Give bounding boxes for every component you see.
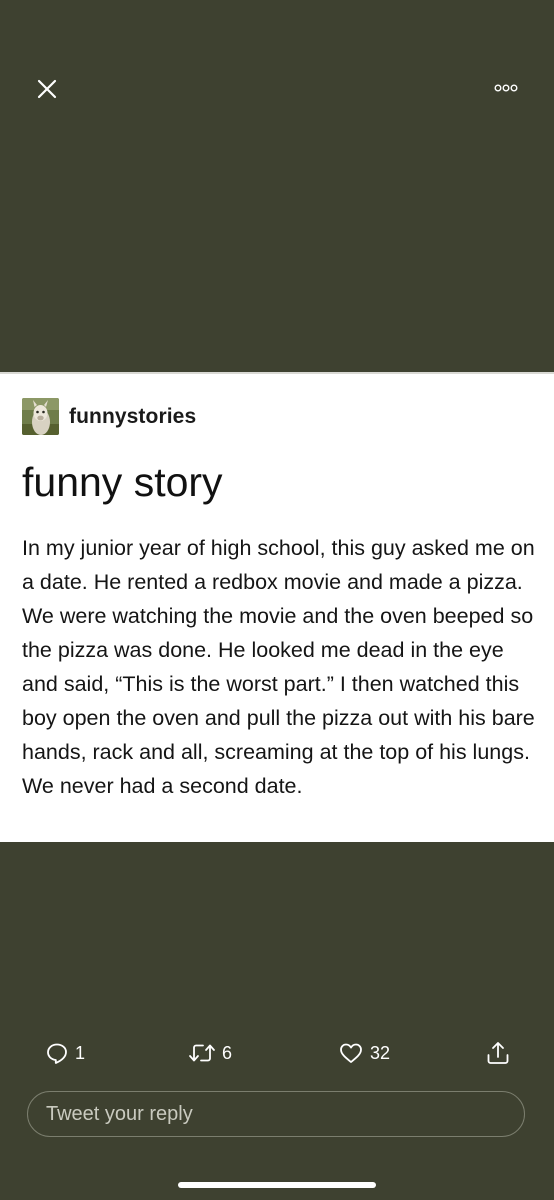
llama-avatar[interactable] <box>22 398 59 435</box>
like-count: 32 <box>370 1042 391 1063</box>
post-body: In my junior year of high school, this g… <box>22 536 535 798</box>
close-button[interactable] <box>30 72 64 106</box>
retweet-icon <box>189 1044 215 1062</box>
post-media-card[interactable]: funnystories funny story In my junior ye… <box>0 372 554 842</box>
heart-icon <box>340 1043 362 1063</box>
share-icon <box>487 1042 509 1064</box>
retweet-count: 6 <box>222 1042 233 1063</box>
tweet-reply-input[interactable] <box>44 1101 524 1127</box>
blog-header: funnystories <box>22 398 196 435</box>
post-title: funny story <box>22 459 223 505</box>
close-icon <box>37 79 57 99</box>
retweet-button[interactable]: 6 <box>188 1036 232 1070</box>
more-options-button[interactable] <box>488 76 524 100</box>
more-options-icon <box>494 84 518 92</box>
blog-name[interactable]: funnystories <box>69 405 196 429</box>
reply-count: 1 <box>75 1042 86 1063</box>
reply-icon <box>47 1043 67 1064</box>
like-button[interactable]: 32 <box>338 1036 390 1070</box>
llama-avatar-icon <box>22 398 59 435</box>
tweet-action-bar: 1 6 32 <box>0 1036 554 1070</box>
home-indicator[interactable] <box>178 1182 376 1188</box>
share-button[interactable] <box>485 1036 511 1070</box>
reply-box[interactable] <box>27 1091 525 1137</box>
reply-button[interactable]: 1 <box>45 1036 85 1070</box>
